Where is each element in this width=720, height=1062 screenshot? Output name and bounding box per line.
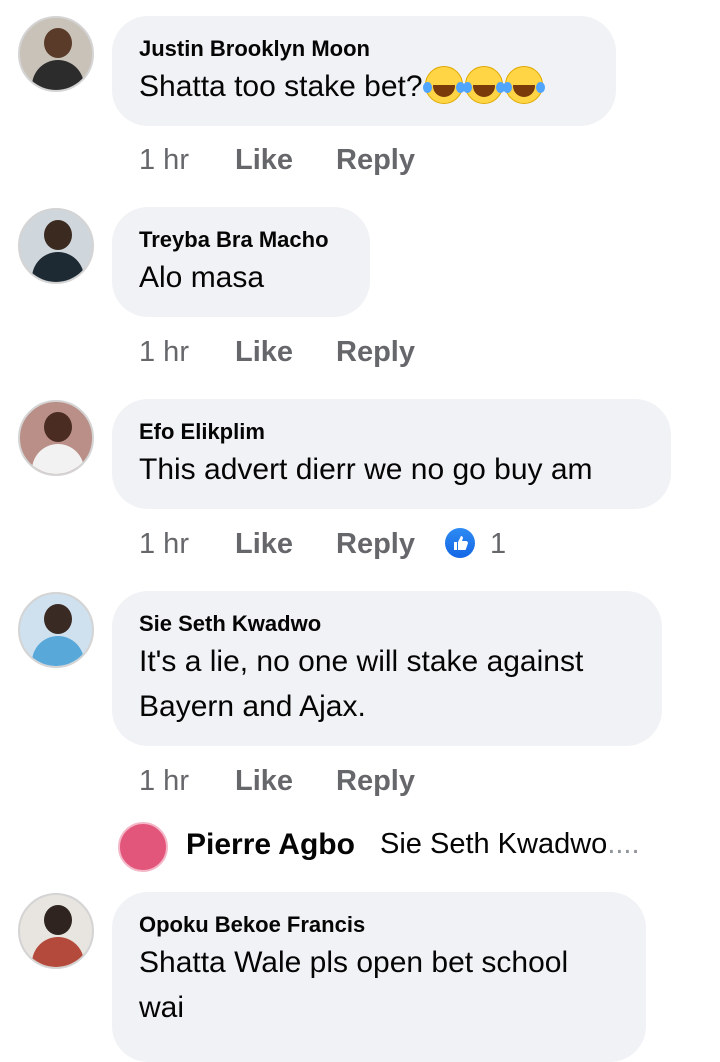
tears-of-joy-icon [462,66,505,104]
reply-ellipsis: .... [607,828,640,860]
comment-text: This advert dierr we no go buy am [139,453,593,486]
like-button[interactable]: Like [235,528,293,561]
reply-button[interactable]: Reply [336,765,415,798]
comment-author[interactable]: Treyba Bra Macho [139,227,343,253]
comment-bubble: Treyba Bra Macho Alo masa [112,207,370,317]
tears-of-joy-icon [502,66,545,104]
reply-preview-text: Sie Seth Kwadwo.... [380,828,640,860]
like-button[interactable]: Like [235,336,293,369]
like-button[interactable]: Like [235,765,293,798]
comment-bubble: Sie Seth Kwadwo It's a lie, no one will … [112,591,662,746]
avatar[interactable] [18,16,94,92]
comment-bubble: Opoku Bekoe Francis Shatta Wale pls open… [112,892,646,1062]
comment-timestamp[interactable]: 1 hr [139,765,189,798]
reply-author[interactable]: Pierre Agbo [186,828,355,862]
comment-text: Shatta too stake bet? [139,64,589,109]
like-button[interactable]: Like [235,144,293,177]
comment-author[interactable]: Efo Elikplim [139,419,644,445]
comment-timestamp[interactable]: 1 hr [139,528,189,561]
tears-of-joy-icon [422,66,465,104]
comment-text-line: Bayern and Ajax. [139,690,366,723]
reaction-count[interactable]: 1 [490,528,506,561]
avatar[interactable] [18,592,94,668]
comment-bubble: Justin Brooklyn Moon Shatta too stake be… [112,16,616,126]
avatar[interactable] [18,893,94,969]
avatar[interactable] [18,400,94,476]
like-reaction-icon[interactable] [445,528,475,558]
reply-button[interactable]: Reply [336,528,415,561]
reply-button[interactable]: Reply [336,336,415,369]
reply-button[interactable]: Reply [336,144,415,177]
comment-text-line: It's a lie, no one will stake against [139,645,584,678]
comment-bubble: Efo Elikplim This advert dierr we no go … [112,399,671,509]
comment-author[interactable]: Sie Seth Kwadwo [139,611,635,637]
comment-timestamp[interactable]: 1 hr [139,336,189,369]
comment-author[interactable]: Opoku Bekoe Francis [139,912,619,938]
comment-text: Alo masa [139,261,265,294]
comment-text-line: Shatta Wale pls open bet school [139,946,569,979]
avatar[interactable] [18,208,94,284]
comment-author[interactable]: Justin Brooklyn Moon [139,36,589,62]
comment-timestamp[interactable]: 1 hr [139,144,189,177]
comment-text-line: wai [139,991,185,1024]
reply-avatar [118,822,168,872]
